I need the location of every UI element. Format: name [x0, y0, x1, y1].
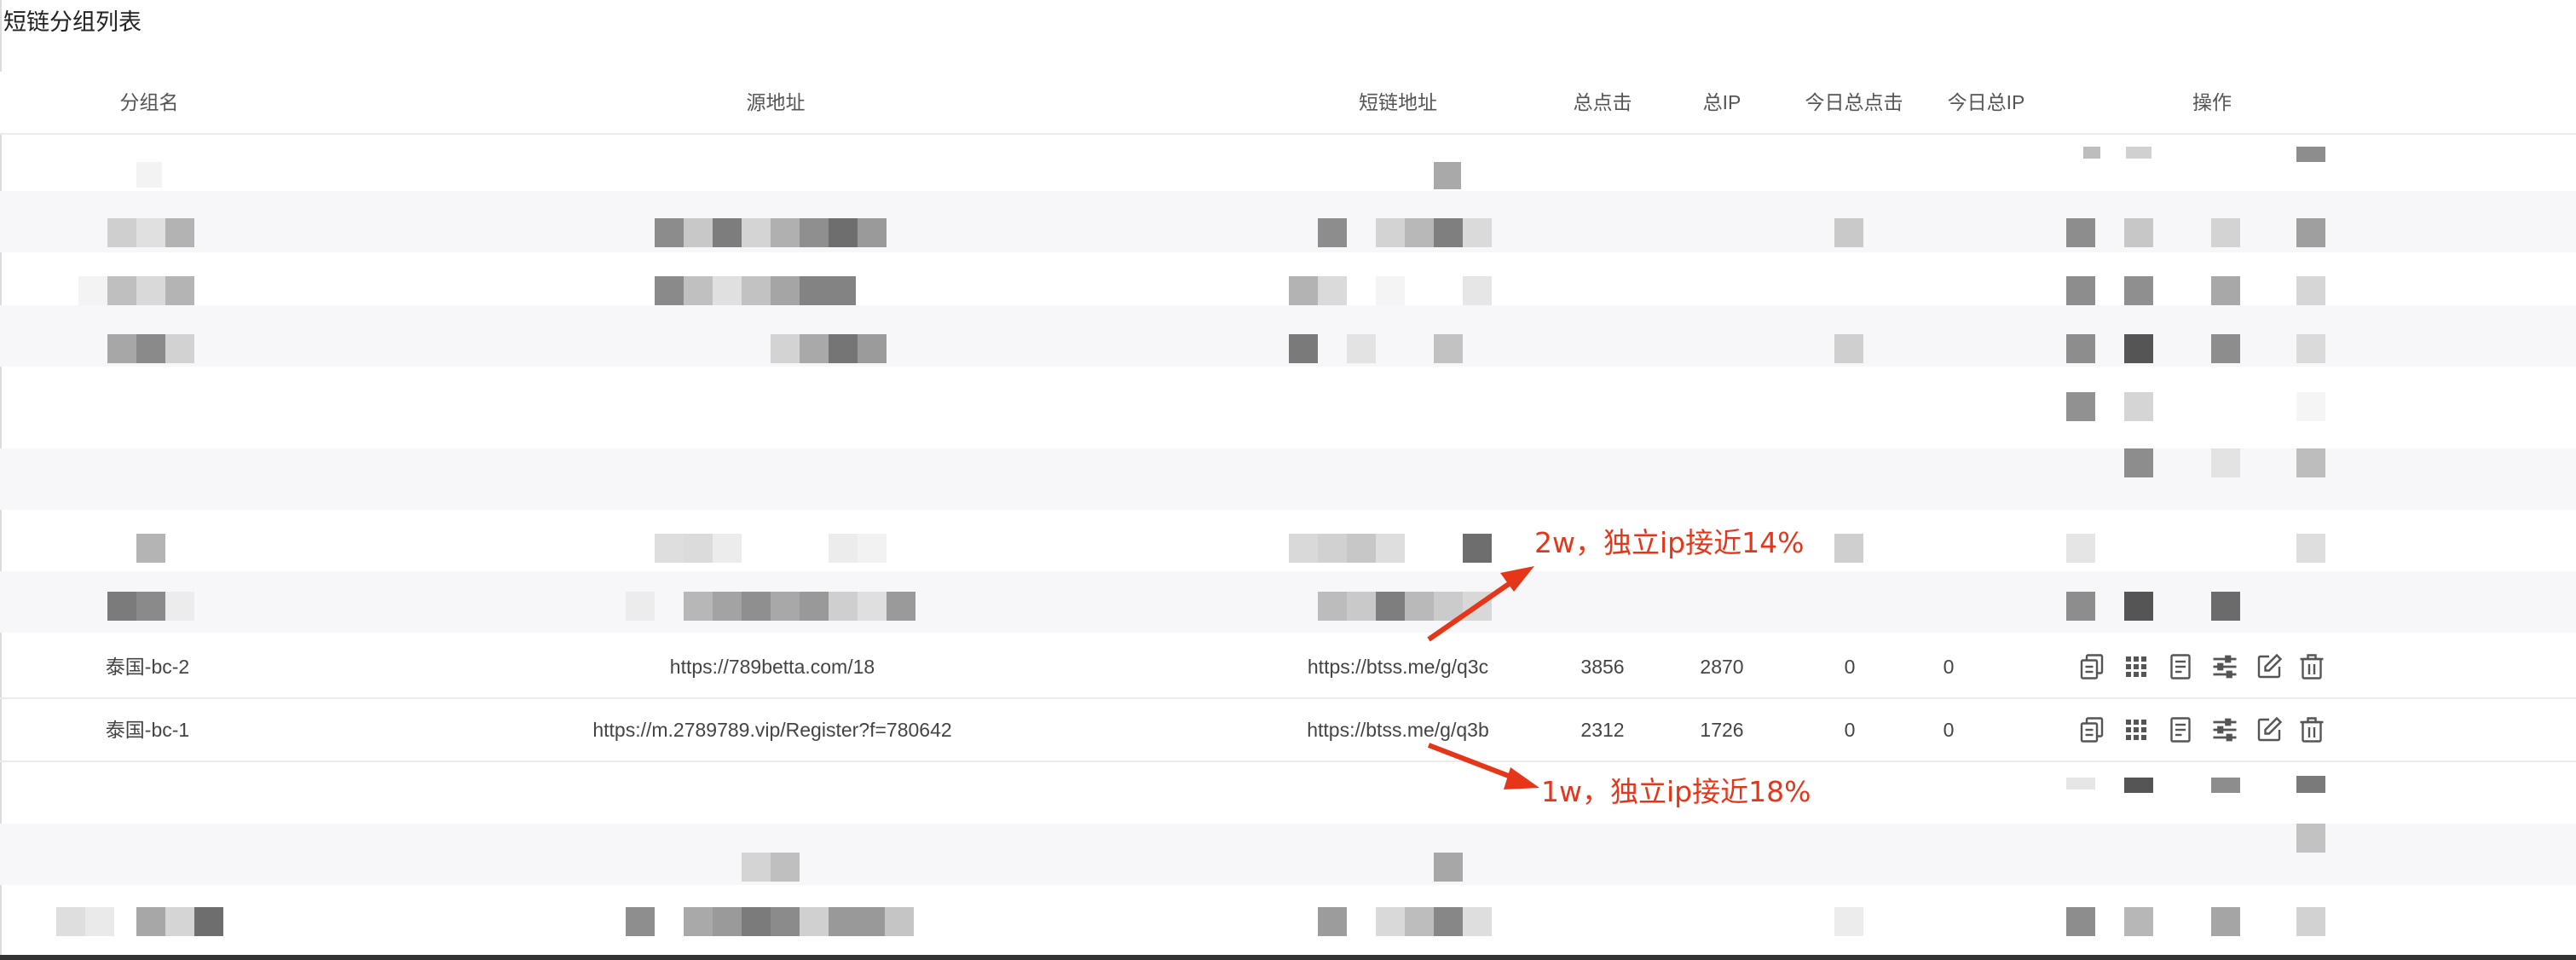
obscured-row [0, 887, 2576, 948]
obscured-row [0, 305, 2576, 367]
sliders-icon[interactable] [2209, 714, 2240, 745]
obscured-row [0, 764, 2576, 825]
header-total-clicks: 总点击 [1573, 91, 1632, 113]
header-actions: 操作 [2192, 91, 2232, 113]
total-clicks-cell: 2312 [1580, 719, 1625, 741]
obscured-row [0, 824, 2576, 885]
document-icon[interactable] [2165, 714, 2196, 745]
total-ip-cell: 1726 [1700, 719, 1744, 741]
qrcode-icon[interactable] [2121, 714, 2151, 745]
total-ip-cell: 2870 [1700, 656, 1744, 678]
trash-icon[interactable] [2296, 714, 2327, 745]
header-source-url: 源地址 [746, 91, 806, 113]
annotation-bottom: 1w，独立ip接近18% [1541, 775, 1811, 808]
copy-icon[interactable] [2076, 714, 2107, 745]
short-url-cell[interactable]: https://btss.me/g/q3b [1270, 699, 1526, 760]
bottom-border [0, 955, 2576, 960]
source-url-cell: https://m.2789789.vip/Register?f=780642 [592, 719, 952, 741]
edit-icon[interactable] [2254, 651, 2284, 682]
sliders-icon[interactable] [2209, 651, 2240, 682]
group-name-cell: 泰国-bc-2 [105, 656, 190, 678]
short-url-cell[interactable]: https://btss.me/g/q3c [1270, 636, 1526, 697]
table-header: 分组名 源地址 短链地址 总点击 总IP 今日总点击 今日总IP 操作 [0, 72, 2576, 135]
obscured-row [0, 135, 2576, 198]
obscured-row [0, 191, 2576, 252]
header-short-url: 短链地址 [1359, 91, 1437, 113]
header-today-ip: 今日总IP [1947, 91, 2025, 113]
document-icon[interactable] [2165, 651, 2196, 682]
obscured-row [0, 367, 2576, 428]
trash-icon[interactable] [2296, 651, 2327, 682]
table-row: 泰国-bc-1 https://m.2789789.vip/Register?f… [0, 699, 2576, 762]
copy-icon[interactable] [2076, 651, 2107, 682]
header-group-name: 分组名 [119, 91, 179, 113]
source-url-cell: https://789betta.com/18 [669, 656, 875, 678]
today-ip-cell: 0 [1943, 719, 1955, 741]
obscured-row [0, 512, 2576, 573]
header-today-clicks: 今日总点击 [1805, 91, 1903, 113]
today-ip-cell: 0 [1943, 656, 1955, 678]
edit-icon[interactable] [2254, 714, 2284, 745]
page-title: 短链分组列表 [3, 9, 142, 35]
obscured-row [0, 448, 2576, 510]
obscured-row [0, 571, 2576, 633]
header-total-ip: 总IP [1702, 91, 1741, 113]
today-clicks-cell: 0 [1844, 656, 1856, 678]
today-clicks-cell: 0 [1844, 719, 1856, 741]
qrcode-icon[interactable] [2121, 651, 2151, 682]
group-name-cell: 泰国-bc-1 [105, 719, 190, 741]
total-clicks-cell: 3856 [1580, 656, 1625, 678]
table-row: 泰国-bc-2 https://789betta.com/18 https://… [0, 636, 2576, 699]
annotation-top: 2w，独立ip接近14% [1534, 526, 1805, 559]
